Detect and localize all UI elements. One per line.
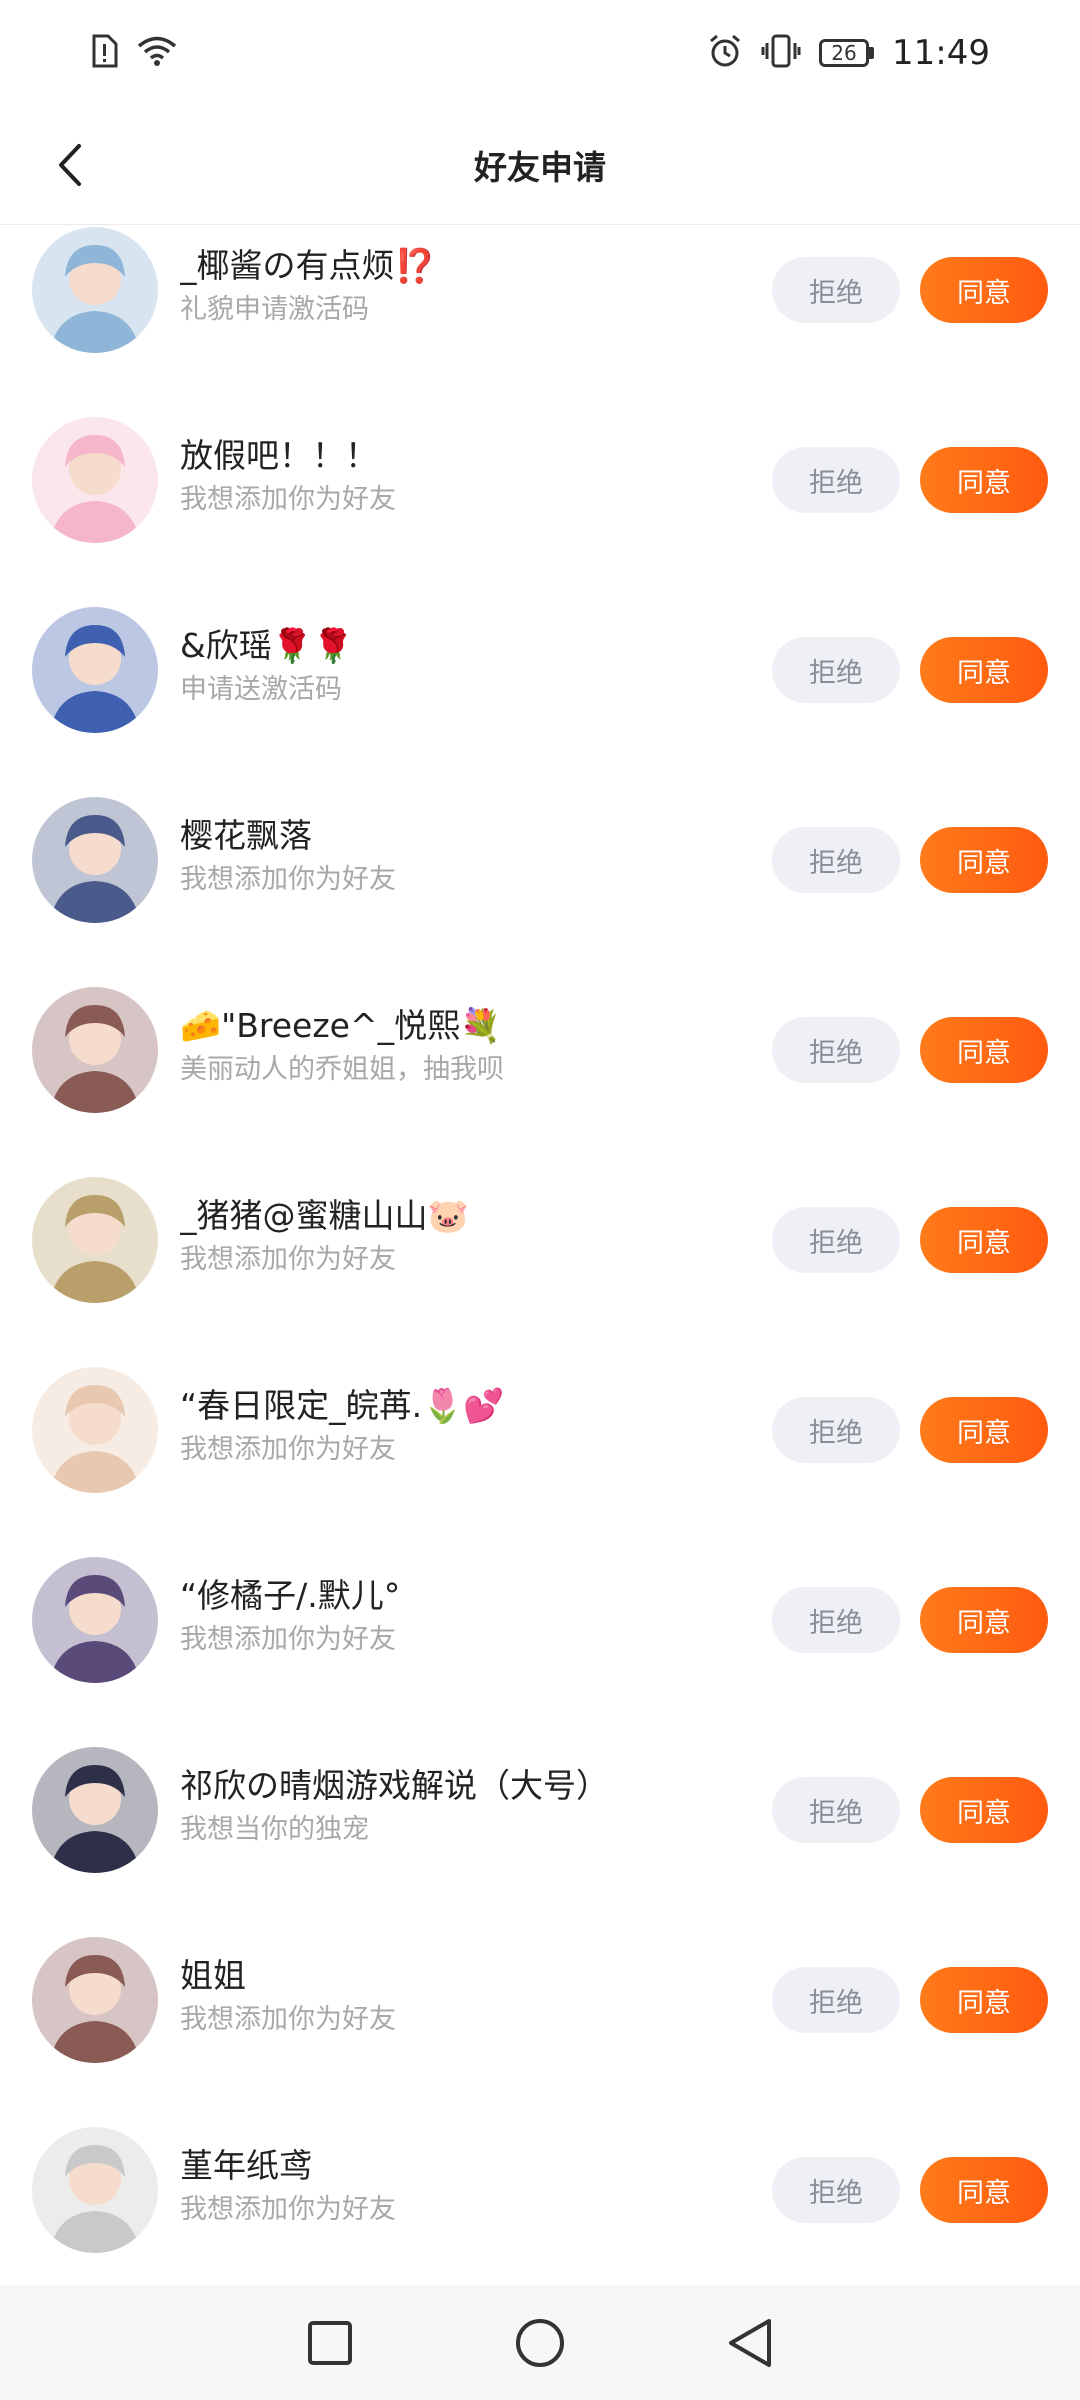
avatar[interactable]	[32, 797, 158, 923]
reject-button[interactable]: 拒绝	[772, 447, 900, 513]
recents-button[interactable]	[300, 2313, 360, 2373]
reject-button[interactable]: 拒绝	[772, 1587, 900, 1653]
accept-button[interactable]: 同意	[920, 2157, 1048, 2223]
accept-button[interactable]: 同意	[920, 1017, 1048, 1083]
friend-request-row[interactable]: 放假吧！！！ 我想添加你为好友 拒绝 同意	[0, 385, 1080, 575]
back-triangle-icon	[729, 2318, 771, 2367]
request-message: 申请送激活码	[180, 674, 342, 705]
request-message: 我想添加你为好友	[180, 1624, 396, 1655]
battery-icon: 26	[819, 38, 875, 67]
reject-button[interactable]: 拒绝	[772, 1967, 900, 2033]
request-message: 我想添加你为好友	[180, 1244, 396, 1275]
sim-alert-icon	[90, 34, 118, 72]
friend-request-row[interactable]: &欣瑶🌹🌹 申请送激活码 拒绝 同意	[0, 575, 1080, 765]
page-title: 好友申请	[474, 148, 606, 187]
accept-button[interactable]: 同意	[920, 1967, 1048, 2033]
request-message: 我想添加你为好友	[180, 1434, 396, 1465]
status-left	[90, 34, 178, 72]
back-nav-button[interactable]	[720, 2313, 780, 2373]
clock: 11:49	[892, 32, 990, 73]
accept-button[interactable]: 同意	[920, 1587, 1048, 1653]
status-right: 26 11:49	[707, 33, 990, 73]
avatar[interactable]	[32, 987, 158, 1113]
accept-button[interactable]: 同意	[920, 1777, 1048, 1843]
friend-request-list[interactable]: _椰酱の有点烦⁉️ 礼貌申请激活码 拒绝 同意 放假吧！！！ 我想添加你为好友 拒绝 同意 &欣…	[0, 225, 1080, 2285]
friend-request-row[interactable]: “修橘子/.默儿° 我想添加你为好友 拒绝 同意	[0, 1525, 1080, 1715]
recents-square-icon	[308, 2320, 352, 2365]
friend-request-row[interactable]: 🧀"Breeze^_悦熙💐 美丽动人的乔姐姐，抽我呗 拒绝 同意	[0, 955, 1080, 1145]
friend-request-row[interactable]: 樱花飘落我想添加你为好友 拒绝 同意	[0, 765, 1080, 955]
request-message: 礼貌申请激活码	[180, 294, 369, 325]
request-message: 我想添加你为好友	[180, 864, 396, 895]
vibrate-icon	[761, 33, 801, 73]
request-message: 我想添加你为好友	[180, 2004, 396, 2035]
accept-button[interactable]: 同意	[920, 1397, 1048, 1463]
battery-level: 26	[819, 38, 870, 67]
request-name: _猪猪@蜜糖山山🐷	[180, 1196, 469, 1235]
request-name: &欣瑶🌹🌹	[180, 626, 354, 665]
avatar[interactable]	[32, 607, 158, 733]
friend-request-row[interactable]: 堇年纸鸢我想添加你为好友 拒绝 同意	[0, 2095, 1080, 2285]
request-name: 樱花飘落	[180, 816, 312, 855]
avatar[interactable]	[32, 1747, 158, 1873]
request-message: 美丽动人的乔姐姐，抽我呗	[180, 1054, 504, 1085]
request-name: “修橘子/.默儿°	[180, 1576, 401, 1615]
request-name: 放假吧！！！	[180, 436, 378, 475]
reject-button[interactable]: 拒绝	[772, 1397, 900, 1463]
status-bar: 26 11:49	[0, 0, 1080, 105]
avatar[interactable]	[32, 2127, 158, 2253]
friend-request-row[interactable]: 祁欣の晴烟游戏解说（大号） 我想当你的独宠 拒绝 同意	[0, 1715, 1080, 1905]
friend-request-row[interactable]: 姐姐我想添加你为好友 拒绝 同意	[0, 1905, 1080, 2095]
avatar[interactable]	[32, 1557, 158, 1683]
request-message: 我想添加你为好友	[180, 2194, 396, 2225]
avatar[interactable]	[32, 417, 158, 543]
avatar[interactable]	[32, 1177, 158, 1303]
avatar[interactable]	[32, 1937, 158, 2063]
request-name: 堇年纸鸢	[180, 2146, 312, 2185]
friend-request-row[interactable]: _猪猪@蜜糖山山🐷 我想添加你为好友 拒绝 同意	[0, 1145, 1080, 1335]
request-name: _椰酱の有点烦⁉️	[180, 246, 436, 285]
reject-button[interactable]: 拒绝	[772, 827, 900, 893]
accept-button[interactable]: 同意	[920, 1207, 1048, 1273]
avatar[interactable]	[32, 227, 158, 353]
system-nav-bar	[0, 2285, 1080, 2400]
home-button[interactable]	[510, 2313, 570, 2373]
reject-button[interactable]: 拒绝	[772, 257, 900, 323]
accept-button[interactable]: 同意	[920, 637, 1048, 703]
request-name: “春日限定_皖苒.🌷💕	[180, 1386, 505, 1425]
accept-button[interactable]: 同意	[920, 447, 1048, 513]
reject-button[interactable]: 拒绝	[772, 2157, 900, 2223]
accept-button[interactable]: 同意	[920, 827, 1048, 893]
reject-button[interactable]: 拒绝	[772, 1207, 900, 1273]
accept-button[interactable]: 同意	[920, 257, 1048, 323]
friend-request-row[interactable]: _椰酱の有点烦⁉️ 礼貌申请激活码 拒绝 同意	[0, 225, 1080, 385]
chevron-left-icon	[59, 144, 81, 186]
home-circle-icon	[516, 2318, 564, 2367]
reject-button[interactable]: 拒绝	[772, 1777, 900, 1843]
request-name: 🧀"Breeze^_悦熙💐	[180, 1006, 502, 1045]
avatar[interactable]	[32, 1367, 158, 1493]
header: 好友申请	[0, 105, 1080, 225]
request-name: 祁欣の晴烟游戏解说（大号）	[180, 1766, 609, 1805]
reject-button[interactable]: 拒绝	[772, 637, 900, 703]
alarm-icon	[707, 33, 743, 73]
back-button[interactable]	[40, 135, 100, 195]
friend-request-row[interactable]: “春日限定_皖苒.🌷💕 我想添加你为好友 拒绝 同意	[0, 1335, 1080, 1525]
request-message: 我想当你的独宠	[180, 1814, 369, 1845]
wifi-icon	[136, 34, 178, 72]
reject-button[interactable]: 拒绝	[772, 1017, 900, 1083]
request-name: 姐姐	[180, 1956, 246, 1995]
request-message: 我想添加你为好友	[180, 484, 396, 515]
